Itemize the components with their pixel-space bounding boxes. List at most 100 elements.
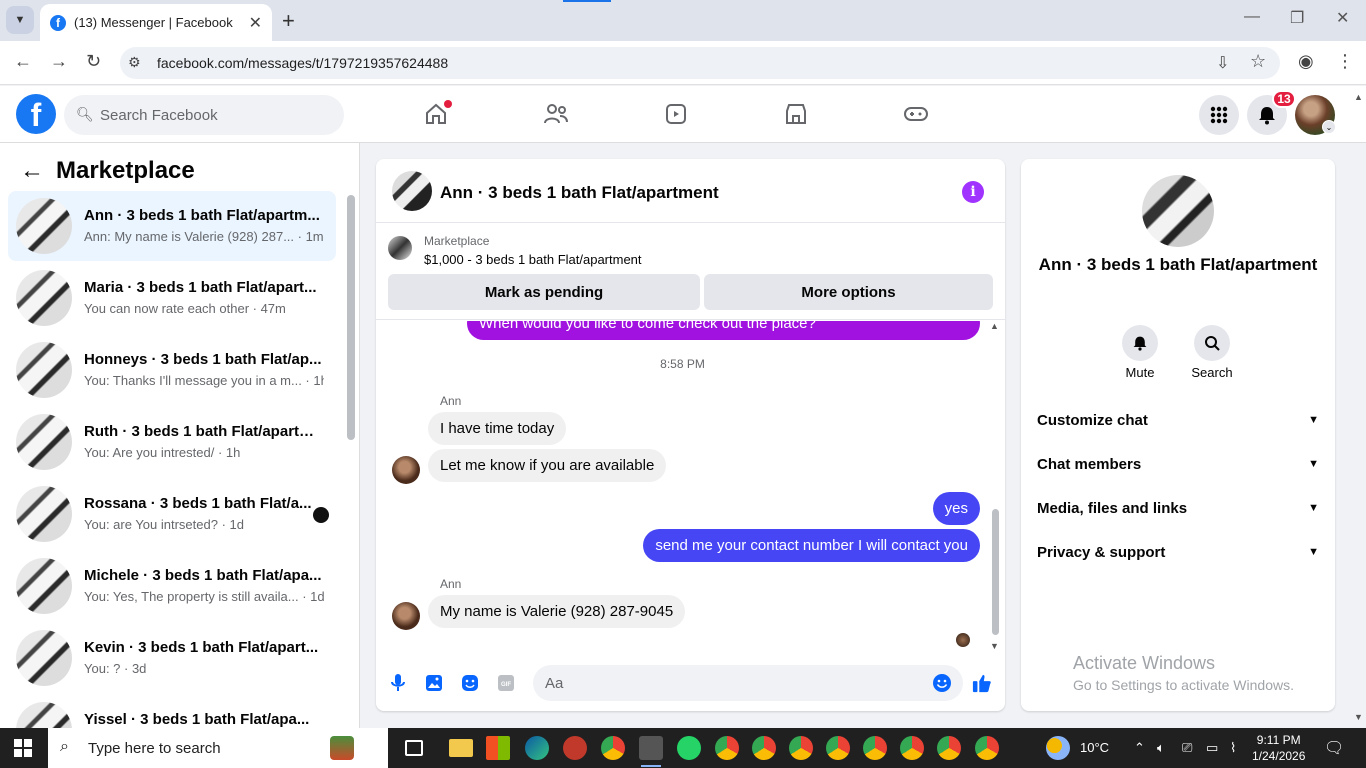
- conversation-preview: You: ? · 3d: [84, 661, 147, 676]
- chat-scroll-thumb[interactable]: [992, 509, 999, 635]
- tray-chevron-up-icon[interactable]: ⌃: [1134, 740, 1145, 756]
- edge-icon[interactable]: [525, 736, 549, 760]
- gif-icon[interactable]: GIF: [496, 673, 516, 693]
- app-icon[interactable]: [639, 736, 663, 760]
- close-window-button[interactable]: ✕: [1336, 8, 1349, 28]
- weather-temperature[interactable]: 10°C: [1080, 740, 1109, 755]
- search-placeholder: Search Facebook: [100, 106, 218, 124]
- conversation-item[interactable]: Yissel · 3 beds 1 bath Flat/apa...: [8, 695, 336, 728]
- privacy-support-row[interactable]: Privacy & support ▼: [1037, 540, 1319, 564]
- battery-icon[interactable]: ▭: [1206, 740, 1218, 756]
- chat-title[interactable]: Ann · 3 beds 1 bath Flat/apartment: [440, 183, 719, 203]
- chrome-icon[interactable]: [900, 736, 924, 760]
- chrome-icon[interactable]: [752, 736, 776, 760]
- chrome-icon[interactable]: [789, 736, 813, 760]
- sticker-icon[interactable]: [460, 673, 480, 693]
- conversation-item[interactable]: Maria · 3 beds 1 bath Flat/apart... You …: [8, 263, 336, 333]
- contact-name: Ann · 3 beds 1 bath Flat/apartment: [1038, 255, 1318, 274]
- svg-text:GIF: GIF: [501, 682, 511, 688]
- task-view-icon[interactable]: [405, 740, 423, 756]
- network-icon[interactable]: ⎚: [1182, 740, 1192, 756]
- gaming-icon[interactable]: [896, 100, 936, 128]
- photo-icon[interactable]: [424, 673, 444, 693]
- search-input[interactable]: Search Facebook: [64, 95, 344, 135]
- conversation-item[interactable]: Honneys · 3 beds 1 bath Flat/ap... You: …: [8, 335, 336, 405]
- mute-button[interactable]: [1122, 325, 1158, 361]
- forward-icon[interactable]: →: [50, 51, 68, 72]
- listing-thumbnail: [16, 414, 72, 470]
- menu-icon[interactable]: ⋮: [1336, 51, 1354, 72]
- conversation-item[interactable]: Ann · 3 beds 1 bath Flat/apartm... Ann: …: [8, 191, 336, 261]
- scroll-up-icon[interactable]: ▲: [1354, 92, 1363, 102]
- back-icon[interactable]: ←: [14, 51, 32, 72]
- minimize-button[interactable]: —: [1244, 8, 1260, 26]
- account-chevron-icon[interactable]: ⌄: [1322, 120, 1336, 134]
- file-explorer-icon[interactable]: [449, 739, 473, 757]
- message-input[interactable]: Aa: [533, 665, 963, 701]
- store-icon[interactable]: [486, 736, 510, 760]
- notification-center-icon[interactable]: 🗨︎: [1324, 738, 1344, 758]
- chrome-icon[interactable]: [826, 736, 850, 760]
- conversation-preview: You: Are you intrested/ · 1h: [84, 445, 241, 460]
- conversation-item[interactable]: Ruth · 3 beds 1 bath Flat/apartm... You:…: [8, 407, 336, 477]
- bell-icon: [1133, 336, 1147, 351]
- message-bubble-incoming: Let me know if you are available: [428, 449, 667, 482]
- bookmark-star-icon[interactable]: ☆: [1250, 51, 1266, 72]
- sidebar-scrollbar[interactable]: [347, 195, 355, 440]
- reload-icon[interactable]: ↻: [86, 51, 101, 72]
- listing-thumbnail: [16, 558, 72, 614]
- facebook-logo-icon[interactable]: f: [16, 94, 56, 134]
- info-icon[interactable]: i: [962, 181, 984, 203]
- sender-name: Ann: [440, 577, 462, 591]
- address-bar[interactable]: facebook.com/messages/t/1797219357624488: [120, 47, 1280, 79]
- whatsapp-icon[interactable]: [677, 736, 701, 760]
- search-in-conversation-button[interactable]: [1194, 325, 1230, 361]
- more-options-button[interactable]: More options: [704, 274, 993, 310]
- conversation-item[interactable]: Rossana · 3 beds 1 bath Flat/a... You: a…: [8, 479, 336, 549]
- scroll-down-icon[interactable]: ▼: [1354, 712, 1363, 722]
- weather-icon[interactable]: [1046, 736, 1070, 760]
- page-scrollbar[interactable]: ▲ ▼: [1352, 92, 1364, 722]
- media-files-links-row[interactable]: Media, files and links ▼: [1037, 496, 1319, 520]
- system-clock[interactable]: 9:11 PM 1/24/2026: [1252, 732, 1305, 764]
- install-app-icon[interactable]: ⇩: [1216, 53, 1229, 73]
- message-bubble-incoming: My name is Valerie (928) 287-9045: [428, 595, 686, 628]
- friends-icon[interactable]: [536, 100, 576, 128]
- marketplace-listing-bar: Marketplace $1,000 - 3 beds 1 bath Flat/…: [376, 224, 1005, 320]
- browser-tab[interactable]: f (13) Messenger | Facebook ✕: [40, 4, 272, 41]
- chat-members-row[interactable]: Chat members ▼: [1037, 452, 1319, 476]
- chrome-icon[interactable]: [863, 736, 887, 760]
- chrome-icon[interactable]: [715, 736, 739, 760]
- new-tab-button[interactable]: +: [282, 8, 295, 34]
- conversation-item[interactable]: Michele · 3 beds 1 bath Flat/apa... You:…: [8, 551, 336, 621]
- emoji-icon[interactable]: [932, 673, 952, 693]
- chrome-icon[interactable]: [937, 736, 961, 760]
- chrome-icon[interactable]: [601, 736, 625, 760]
- scroll-up-icon[interactable]: ▲: [990, 321, 999, 331]
- conversation-item[interactable]: Kevin · 3 beds 1 bath Flat/apart... You:…: [8, 623, 336, 693]
- restore-button[interactable]: ❐: [1290, 8, 1304, 28]
- site-info-icon[interactable]: ⚙: [128, 54, 141, 71]
- wifi-icon[interactable]: ⌇: [1230, 740, 1236, 756]
- microphone-icon[interactable]: [388, 673, 408, 693]
- back-arrow-icon[interactable]: ←: [20, 157, 44, 185]
- learning-app-icon[interactable]: [330, 736, 354, 760]
- thumbs-up-icon[interactable]: [972, 673, 992, 693]
- security-app-icon[interactable]: [563, 736, 587, 760]
- tab-search-button[interactable]: ▼: [6, 6, 34, 34]
- scroll-down-icon[interactable]: ▼: [990, 641, 999, 651]
- start-windows-icon[interactable]: [14, 739, 32, 757]
- sender-avatar: [392, 456, 420, 484]
- marketplace-icon[interactable]: [776, 100, 816, 128]
- chat-avatar[interactable]: [392, 171, 432, 211]
- profile-icon[interactable]: ◉: [1298, 51, 1314, 72]
- mark-pending-button[interactable]: Mark as pending: [388, 274, 700, 310]
- menu-grid-button[interactable]: [1199, 95, 1239, 135]
- chrome-icon[interactable]: [975, 736, 999, 760]
- tab-close-icon[interactable]: ✕: [249, 13, 262, 33]
- contact-avatar[interactable]: [1142, 175, 1214, 247]
- customize-chat-row[interactable]: Customize chat ▼: [1037, 408, 1319, 432]
- listing-title[interactable]: $1,000 - 3 beds 1 bath Flat/apartment: [424, 252, 642, 267]
- volume-icon[interactable]: 🔈︎: [1157, 740, 1165, 756]
- video-icon[interactable]: [656, 100, 696, 128]
